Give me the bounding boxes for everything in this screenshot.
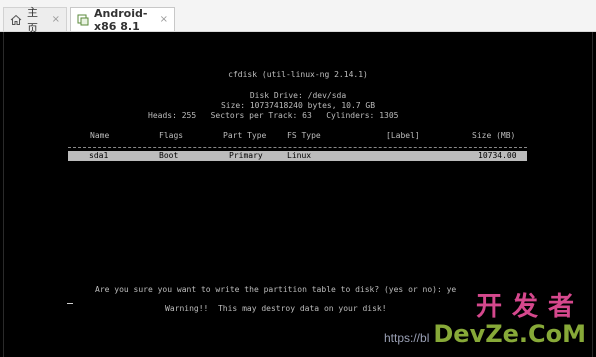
col-part-type: Part Type: [223, 131, 267, 140]
tab-home[interactable]: 主页 ×: [3, 6, 67, 35]
tab-home-close-icon[interactable]: ×: [52, 14, 60, 25]
warning-text: Warning!! This may destroy data on your …: [165, 304, 387, 313]
watermark-cn: 开发者: [475, 292, 584, 322]
watermark-url: https://bl: [384, 331, 430, 345]
col-fs-type: FS Type: [287, 131, 321, 140]
text-cursor: [67, 303, 73, 304]
partition-size: 10734.00: [478, 151, 517, 160]
col-size: Size (MB): [472, 131, 516, 140]
tab-android-vm[interactable]: Android-x86 8.1 ×: [70, 6, 175, 33]
partition-fs-type: Linux: [287, 151, 312, 160]
disk-drive-line: Disk Drive: /dev/sda: [249, 91, 347, 100]
partition-flags: Boot: [159, 151, 179, 160]
disk-geometry-line: Heads: 255 Sectors per Track: 63 Cylinde…: [148, 111, 399, 120]
cfdisk-title: cfdisk (util-linux-ng 2.14.1): [228, 70, 368, 79]
col-label: [Label]: [386, 131, 420, 140]
header-divider: [68, 147, 527, 148]
disk-size-line: Size: 10737418240 bytes, 10.7 GB: [220, 101, 376, 110]
tab-bar: 主页 × Android-x86 8.1 ×: [0, 0, 596, 35]
vm-icon: [77, 14, 89, 26]
col-name: Name: [90, 131, 110, 140]
write-confirm-prompt: Are you sure you want to write the parti…: [95, 285, 457, 294]
tab-android-vm-close-icon[interactable]: ×: [160, 14, 168, 25]
tab-home-label: 主页: [27, 5, 38, 35]
col-flags: Flags: [159, 131, 184, 140]
partition-name: sda1: [89, 151, 109, 160]
watermark-en: DevZe.CoM: [433, 320, 586, 348]
partition-type: Primary: [229, 151, 263, 160]
tab-android-vm-label: Android-x86 8.1: [94, 6, 148, 33]
table-row[interactable]: sda1 Boot Primary Linux 10734.00: [68, 151, 527, 161]
home-icon: [10, 14, 22, 26]
